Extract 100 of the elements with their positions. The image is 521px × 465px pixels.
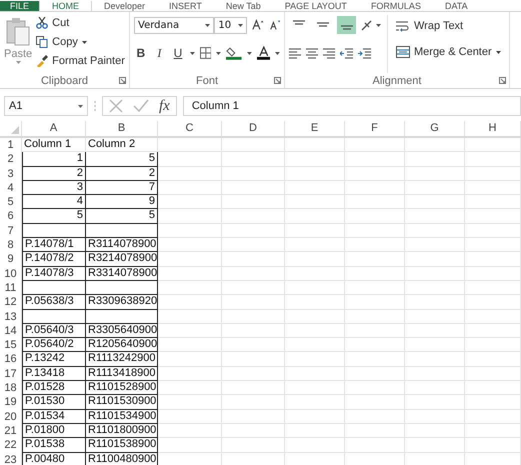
align-center-icon[interactable] xyxy=(306,47,318,59)
row-header[interactable]: 5 xyxy=(0,195,22,210)
caret-icon[interactable] xyxy=(216,52,222,54)
shrink-font-icon[interactable] xyxy=(268,19,280,31)
paintbrush-icon xyxy=(36,55,48,67)
row-header[interactable]: 4 xyxy=(0,180,22,196)
column-header[interactable]: B xyxy=(86,121,158,136)
row-header[interactable]: 21 xyxy=(0,424,22,438)
column-header[interactable]: H xyxy=(465,121,521,136)
ribbon-tab[interactable]: New Tab xyxy=(214,1,273,11)
caret-icon[interactable] xyxy=(275,52,280,54)
caret-icon xyxy=(82,40,87,44)
caret-icon[interactable] xyxy=(190,52,195,54)
align-right-icon[interactable] xyxy=(323,47,335,59)
column-header[interactable]: C xyxy=(158,121,222,136)
grow-font-icon[interactable] xyxy=(252,19,264,31)
dialog-launcher-icon[interactable] xyxy=(119,77,126,84)
row-header[interactable]: 17 xyxy=(0,366,22,382)
row-header[interactable]: 11 xyxy=(0,280,22,296)
row-header[interactable]: 20 xyxy=(0,410,22,424)
insert-function-button[interactable]: fx xyxy=(159,98,170,114)
merge-cells-icon xyxy=(396,46,410,58)
table-cell xyxy=(345,152,405,167)
table-cell xyxy=(345,166,405,181)
row-header[interactable]: 18 xyxy=(0,381,22,396)
increase-indent-icon[interactable] xyxy=(358,47,371,59)
copy-button[interactable]: Copy xyxy=(36,34,125,50)
table-cell xyxy=(285,381,345,396)
row-header[interactable]: 13 xyxy=(0,310,22,324)
row-header[interactable]: 3 xyxy=(0,166,22,181)
column-header[interactable]: F xyxy=(345,121,405,136)
align-left-icon[interactable] xyxy=(289,47,301,59)
table-cell xyxy=(158,438,222,453)
align-button[interactable] xyxy=(337,16,356,34)
merge-center-button[interactable]: Merge & Center xyxy=(396,44,501,60)
row-header[interactable]: 15 xyxy=(0,338,22,352)
ribbon-tab[interactable]: DATA xyxy=(432,1,480,11)
row-header[interactable]: 7 xyxy=(0,224,22,238)
font-name-dropdown[interactable]: Verdana xyxy=(134,16,214,34)
table-cell xyxy=(158,310,222,324)
column-header[interactable]: D xyxy=(222,121,285,136)
ribbon-tab[interactable]: PAGE LAYOUT xyxy=(272,1,359,11)
table-cell: P.13418 xyxy=(22,366,86,382)
underline-button[interactable]: U xyxy=(171,46,185,60)
name-box[interactable]: A1 xyxy=(4,96,88,116)
bold-button[interactable]: B xyxy=(134,46,148,60)
format-painter-button[interactable]: Format Painter xyxy=(36,53,125,69)
column-header[interactable]: A xyxy=(22,121,86,136)
wrap-text-button[interactable]: Wrap Text xyxy=(396,18,501,34)
table-cell xyxy=(405,180,465,196)
column-header[interactable]: E xyxy=(285,121,345,136)
table-cell xyxy=(465,410,521,424)
orientation-icon[interactable] xyxy=(361,19,381,31)
table-cell xyxy=(158,395,222,410)
row-header[interactable]: 12 xyxy=(0,295,22,310)
table-cell xyxy=(465,280,521,296)
table-cell xyxy=(158,295,222,310)
table-cell xyxy=(405,280,465,296)
fill-color-icon[interactable] xyxy=(226,46,242,60)
table-cell xyxy=(22,280,86,296)
ribbon-tab[interactable]: Developer xyxy=(92,1,158,11)
row-header[interactable]: 19 xyxy=(0,395,22,410)
table-cell xyxy=(345,310,405,324)
table-cell xyxy=(405,366,465,382)
row-header[interactable]: 6 xyxy=(0,209,22,224)
table-cell xyxy=(285,424,345,438)
dialog-launcher-icon[interactable] xyxy=(499,77,506,84)
decrease-indent-icon[interactable] xyxy=(340,47,353,59)
borders-icon[interactable] xyxy=(200,47,212,59)
column-header[interactable]: G xyxy=(405,121,465,136)
table-cell xyxy=(222,252,285,267)
table-cell: P.05640/2 xyxy=(22,338,86,352)
ribbon-tab[interactable]: FILE xyxy=(0,1,40,11)
ribbon-tab[interactable]: INSERT xyxy=(157,1,214,11)
table-cell xyxy=(465,352,521,367)
dialog-launcher-icon[interactable] xyxy=(274,77,281,84)
italic-button[interactable]: I xyxy=(152,46,166,60)
ribbon-tab[interactable]: FORMULAS xyxy=(358,1,433,11)
formula-field[interactable]: Column 1 xyxy=(182,96,521,116)
ribbon-tab[interactable]: HOME xyxy=(39,1,92,11)
table-cell: R3305640900 xyxy=(86,324,158,338)
row-header[interactable]: 23 xyxy=(0,452,22,465)
table-cell: R3314078900 xyxy=(86,266,158,281)
cut-button[interactable]: Cut xyxy=(36,15,125,31)
row-header[interactable]: 10 xyxy=(0,266,22,281)
table-cell: 4 xyxy=(22,195,86,210)
row-header[interactable]: 22 xyxy=(0,438,22,453)
table-cell xyxy=(465,424,521,438)
paste-button[interactable]: Paste xyxy=(4,15,32,73)
table-cell xyxy=(465,366,521,382)
table-cell: Column 2 xyxy=(86,138,158,152)
row-header[interactable]: 16 xyxy=(0,352,22,367)
row-header[interactable]: 2 xyxy=(0,152,22,167)
row-header[interactable]: 9 xyxy=(0,252,22,267)
font-size-dropdown[interactable]: 10 xyxy=(214,16,248,34)
row-header[interactable]: 14 xyxy=(0,324,22,338)
row-header[interactable]: 8 xyxy=(0,238,22,252)
caret-icon[interactable] xyxy=(246,52,252,54)
font-color-icon[interactable] xyxy=(256,46,270,60)
row-header[interactable]: 1 xyxy=(0,138,22,152)
